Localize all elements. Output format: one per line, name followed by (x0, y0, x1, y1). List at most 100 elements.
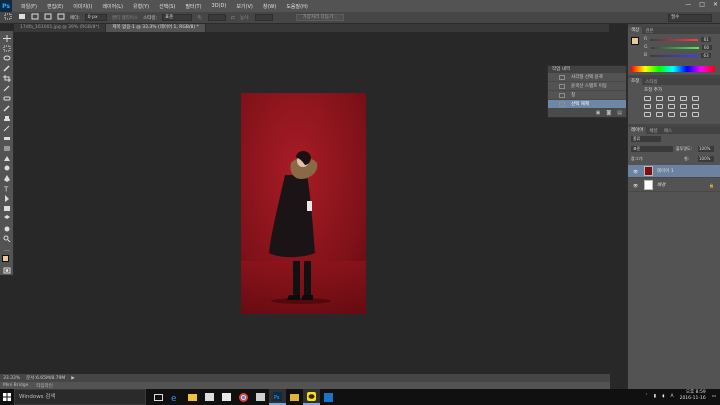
layer-name[interactable]: 레이어 1 (657, 168, 674, 174)
add-selection-icon[interactable] (31, 13, 39, 22)
delete-icon[interactable]: ▤ (617, 110, 622, 116)
width-input[interactable] (207, 14, 226, 21)
tab-mini-bridge[interactable]: Mini Bridge (3, 383, 28, 388)
invert-icon[interactable] (644, 112, 651, 117)
intersect-selection-icon[interactable] (57, 13, 65, 22)
tab-adjustments[interactable]: 조정 (628, 78, 643, 85)
selective-color-icon[interactable] (692, 112, 699, 117)
menu-3d[interactable]: 3D(D) (212, 3, 227, 9)
blur-tool-icon[interactable] (3, 155, 11, 162)
kakaotalk-icon[interactable] (303, 389, 320, 405)
volume-icon[interactable]: ◖ (662, 394, 664, 399)
photoshop-taskbar-icon[interactable]: Ps (269, 389, 286, 405)
hue-saturation-icon[interactable] (644, 104, 651, 109)
close-button[interactable]: ✕ (713, 1, 718, 8)
marquee-tool-preset-icon[interactable] (4, 13, 13, 22)
refine-edge-button[interactable]: 가장자리 다듬기... (295, 14, 345, 21)
zoom-tool-icon[interactable] (3, 235, 11, 242)
office-icon[interactable] (252, 389, 269, 405)
shape-tool-icon[interactable] (3, 205, 11, 212)
pen-tool-icon[interactable] (3, 175, 11, 182)
opacity-input[interactable]: 100% (698, 146, 714, 152)
tab-document-1[interactable]: 17dfa_161001.jpg @ 39% (RGB/8*) (14, 24, 107, 32)
layer-name[interactable]: 배경 (657, 182, 665, 188)
posterize-icon[interactable] (656, 112, 663, 117)
menu-edit[interactable]: 편집(E) (47, 3, 63, 10)
dodge-tool-icon[interactable] (3, 165, 11, 172)
edge-icon[interactable]: e (167, 389, 184, 405)
menu-filter[interactable]: 필터(T) (185, 3, 201, 10)
app-icon[interactable] (320, 389, 337, 405)
notification-arrow-icon[interactable]: ˄ (645, 394, 647, 399)
swap-icon[interactable]: ⇄ (231, 15, 235, 21)
healing-brush-tool-icon[interactable] (3, 95, 11, 102)
menu-image[interactable]: 이미지(I) (73, 3, 92, 10)
menu-select[interactable]: 선택(S) (159, 3, 175, 10)
chrome-icon[interactable] (235, 389, 252, 405)
task-view-icon[interactable] (150, 389, 167, 405)
lasso-tool-icon[interactable] (3, 55, 11, 62)
vibrance-icon[interactable] (692, 96, 699, 101)
tab-swatches[interactable]: 견본 (642, 28, 656, 34)
maximize-button[interactable]: □ (699, 1, 705, 8)
type-tool-icon[interactable]: T (3, 185, 11, 193)
path-select-tool-icon[interactable] (3, 195, 11, 202)
color-foreground-swatch[interactable] (631, 37, 639, 45)
layer-row-layer1[interactable]: 👁 레이어 1 (628, 165, 720, 178)
minimize-button[interactable]: — (685, 1, 691, 8)
red-slider[interactable]: R 61 (644, 37, 716, 42)
levels-icon[interactable] (656, 96, 663, 101)
history-item[interactable]: 윤곽선 스탬프 이동 (548, 82, 626, 91)
threshold-icon[interactable] (668, 112, 675, 117)
antialias-checkbox[interactable]: 앤티 앨리어스 (112, 15, 138, 21)
blue-value[interactable]: 63 (701, 53, 712, 58)
status-menu-arrow-icon[interactable]: ▶ (71, 376, 74, 381)
workspace-select[interactable]: 필수 (668, 14, 712, 22)
layer-row-background[interactable]: 👁 배경 🔒 (628, 179, 720, 192)
move-tool-icon[interactable] (3, 35, 11, 42)
file-explorer-icon[interactable] (184, 389, 201, 405)
windows-search-box[interactable]: Windows 검색 (14, 389, 146, 405)
brightness-contrast-icon[interactable] (644, 96, 651, 101)
layer-filter-select[interactable]: 종류 (631, 136, 661, 142)
tab-color[interactable]: 색상 (628, 27, 643, 34)
store-icon[interactable] (201, 389, 218, 405)
curves-icon[interactable] (668, 96, 675, 101)
black-white-icon[interactable] (668, 104, 675, 109)
style-select[interactable]: 표준 (162, 14, 193, 21)
menu-layer[interactable]: 레이어(L) (102, 3, 123, 10)
network-icon[interactable]: ▮ (654, 394, 656, 399)
visibility-eye-icon[interactable]: 👁 (632, 183, 639, 188)
feather-input[interactable]: 0 px (84, 14, 107, 21)
tab-styles[interactable]: 스타일 (642, 79, 660, 85)
tab-timeline[interactable]: 타임라인 (36, 383, 53, 389)
start-button[interactable] (0, 389, 14, 405)
history-panel-tab[interactable]: 작업 내역 (548, 66, 626, 73)
new-document-from-state-icon[interactable]: ▣ (596, 110, 601, 116)
quick-mask-icon[interactable] (3, 267, 11, 274)
fill-input[interactable]: 100% (698, 156, 714, 162)
taskbar-clock[interactable]: 오후 8:59 2016-11-16 (680, 390, 706, 402)
menu-help[interactable]: 도움말(H) (286, 3, 307, 10)
explorer-folder-icon[interactable] (286, 389, 303, 405)
marquee-tool-icon[interactable] (3, 45, 11, 52)
zoom-level[interactable]: 33.33% (3, 376, 20, 381)
tab-paths[interactable]: 패스 (661, 128, 675, 134)
snapshot-icon[interactable]: ◙ (606, 110, 611, 116)
photo-filter-icon[interactable] (680, 104, 687, 109)
clone-stamp-tool-icon[interactable] (3, 115, 11, 122)
history-item-selected[interactable]: 선택 해제 (548, 100, 626, 109)
menu-window[interactable]: 창(W) (263, 3, 276, 10)
history-item[interactable]: 칠 (548, 91, 626, 100)
menu-view[interactable]: 보기(V) (236, 3, 253, 10)
tab-document-2[interactable]: 제목 없음-1 @ 33.3% (레이어 1, RGB/8) * (106, 24, 206, 32)
brush-tool-icon[interactable] (3, 105, 11, 112)
foreground-color-swatch[interactable] (2, 255, 9, 262)
menu-type[interactable]: 유형(Y) (133, 3, 149, 10)
new-selection-icon[interactable] (18, 13, 26, 22)
gradient-tool-icon[interactable] (3, 145, 11, 152)
crop-tool-icon[interactable] (3, 75, 11, 82)
green-value[interactable]: 60 (701, 45, 712, 50)
color-balance-icon[interactable] (656, 104, 663, 109)
blue-slider[interactable]: B 63 (644, 53, 716, 58)
